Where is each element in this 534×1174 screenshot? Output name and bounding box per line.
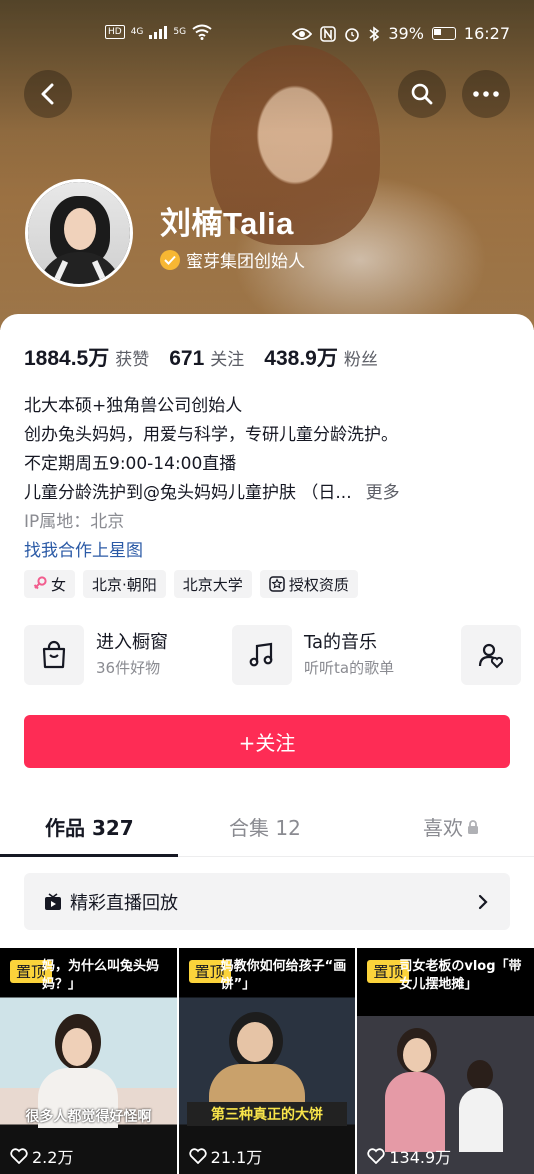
shop-subtitle: 36件好物 <box>96 659 161 677</box>
follow-button[interactable]: +关注 <box>24 715 510 768</box>
user-heart-icon <box>461 625 521 685</box>
clock: 16:27 <box>463 24 510 43</box>
verified-title-text: 蜜芽集团创始人 <box>186 252 305 272</box>
cooperation-link[interactable]: 找我合作上星图 <box>24 537 400 566</box>
more-dots-icon <box>473 91 499 97</box>
shop-title: 进入橱窗 <box>96 632 168 653</box>
chevron-right-icon <box>478 894 488 909</box>
live-replay-entry[interactable]: 精彩直播回放 <box>24 873 510 930</box>
profile-name: 刘楠Talia <box>160 206 294 241</box>
followers-label[interactable]: 粉丝 <box>344 345 378 370</box>
tab-likes-label: 喜欢 <box>423 816 463 840</box>
video-card-2[interactable]: 置顶 妈教你如何给孩子“画饼”」 第三种真正的大饼 21.1万 <box>178 948 356 1174</box>
profile-header: HD 4G 5G 39% 16:27 刘楠Talia 蜜芽集团创始人 <box>0 0 534 330</box>
bio-line-2: 创办兔头妈妈，用爱与科学，专研儿童分龄洗护。 <box>24 425 398 445</box>
video-likes: 2.2万 <box>10 1144 73 1168</box>
likes-count: 1884.5万 <box>24 347 110 370</box>
heart-outline-icon <box>367 1148 385 1164</box>
live-replay-label: 精彩直播回放 <box>70 892 178 914</box>
tab-works[interactable]: 作品 327 <box>45 812 134 841</box>
content-tabs: 作品 327 合集 12 喜欢 <box>0 802 534 857</box>
video-card-3[interactable]: 置顶 司女老板のvlog「带女儿摆地摊」 134.9万 <box>357 948 534 1174</box>
bio-line-3: 不定期周五9:00-14:00直播 <box>24 454 237 474</box>
profile-card: 1884.5万 获赞 671 关注 438.9万 粉丝 北大本硕+独角兽公司创始… <box>0 314 534 1174</box>
bio-more-link[interactable]: 更多 <box>366 483 400 503</box>
tag-authorization[interactable]: 授权资质 <box>259 570 358 598</box>
tag-school[interactable]: 北京大学 <box>173 570 252 598</box>
video-grid: 置顶 妈，为什么叫兔头妈妈？」 很多人都觉得好怪啊 2.2万 置顶 妈教你如何给… <box>0 948 534 1174</box>
music-title: Ta的音乐 <box>304 632 378 653</box>
music-note-icon <box>232 625 292 685</box>
video-subtitle: 很多人都觉得好怪啊 <box>25 1109 152 1125</box>
eye-icon <box>292 27 313 40</box>
shop-window-entry[interactable]: 进入橱窗 36件好物 <box>24 625 168 685</box>
video-card-1[interactable]: 置顶 妈，为什么叫兔头妈妈？」 很多人都觉得好怪啊 2.2万 <box>0 948 177 1174</box>
tab-collections[interactable]: 合集 12 <box>229 812 301 841</box>
stats-row: 1884.5万 获赞 671 关注 438.9万 粉丝 <box>24 342 398 372</box>
bio-line-1: 北大本硕+独角兽公司创始人 <box>24 396 243 416</box>
tab-likes[interactable]: 喜欢 <box>423 812 479 841</box>
video-likes-count: 21.1万 <box>210 1148 263 1167</box>
avatar[interactable] <box>25 179 133 287</box>
back-button[interactable] <box>24 70 72 118</box>
tag-location[interactable]: 北京·朝阳 <box>83 570 166 598</box>
battery-icon <box>431 27 456 40</box>
shopping-bag-icon <box>24 625 84 685</box>
battery-percent: 39% <box>388 24 424 43</box>
verified-check-icon <box>160 249 180 270</box>
video-caption: 司女老板のvlog「带女儿摆地摊」 <box>399 959 522 992</box>
tag-gender-label: 女 <box>51 575 67 594</box>
bio-line-4-text: 儿童分龄洗护到@兔头妈妈儿童护肤 （日... <box>24 483 352 503</box>
chevron-left-icon <box>41 83 54 105</box>
signal-icon <box>149 25 168 39</box>
search-icon <box>411 83 433 105</box>
video-caption: 妈，为什么叫兔头妈妈？」 <box>42 959 160 992</box>
tv-replay-icon <box>45 892 61 910</box>
lock-icon <box>468 819 478 834</box>
status-bar: HD 4G 5G 39% 16:27 <box>0 20 534 48</box>
bluetooth-icon <box>369 25 380 42</box>
active-tab-indicator <box>0 854 178 857</box>
fan-group-entry[interactable] <box>461 625 521 685</box>
alarm-icon <box>345 27 360 42</box>
hd-indicator: HD <box>105 25 125 39</box>
followers-count[interactable]: 438.9万 <box>264 342 338 372</box>
star-badge-icon <box>269 576 285 592</box>
video-likes: 21.1万 <box>189 1144 263 1168</box>
video-likes-count: 2.2万 <box>32 1148 74 1167</box>
search-button[interactable] <box>398 70 446 118</box>
music-entry[interactable]: Ta的音乐 听听ta的歌单 <box>232 625 394 685</box>
video-likes-count: 134.9万 <box>389 1148 452 1167</box>
likes-label: 获赞 <box>115 350 150 370</box>
heart-outline-icon <box>189 1148 207 1164</box>
video-likes: 134.9万 <box>367 1144 451 1168</box>
following-count[interactable]: 671 <box>169 347 204 371</box>
bio-line-4: 儿童分龄洗护到@兔头妈妈儿童护肤 （日... 更多 <box>24 479 400 508</box>
nfc-icon <box>320 25 337 42</box>
tag-gender: 女 <box>24 570 76 598</box>
ip-location: IP属地：北京 <box>24 512 125 532</box>
tags-row: 女 北京·朝阳 北京大学 授权资质 <box>24 570 358 598</box>
heart-outline-icon <box>10 1148 28 1164</box>
video-caption: 妈教你如何给孩子“画饼”」 <box>220 959 347 992</box>
tag-authorization-label: 授权资质 <box>288 575 349 594</box>
network-gen-2: 5G <box>173 26 187 37</box>
network-gen: 4G <box>130 26 144 37</box>
following-label[interactable]: 关注 <box>210 345 244 370</box>
verified-title[interactable]: 蜜芽集团创始人 <box>160 247 305 272</box>
video-subtitle: 第三种真正的大饼 <box>186 1102 348 1126</box>
music-subtitle: 听听ta的歌单 <box>304 659 395 677</box>
wifi-icon <box>192 24 212 40</box>
more-button[interactable] <box>462 70 510 118</box>
female-icon <box>33 576 47 590</box>
bio: 北大本硕+独角兽公司创始人 创办兔头妈妈，用爱与科学，专研儿童分龄洗护。 不定期… <box>24 392 400 566</box>
